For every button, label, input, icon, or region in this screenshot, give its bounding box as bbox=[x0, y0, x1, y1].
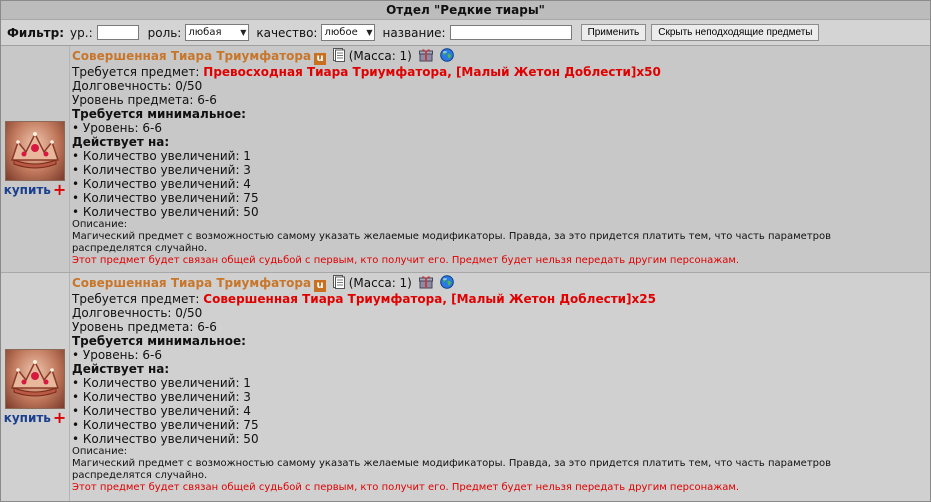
buy-label: купить bbox=[3, 183, 51, 197]
role-select[interactable]: любая ▼ bbox=[185, 24, 250, 41]
description-text: Магический предмет с возможностью самому… bbox=[72, 458, 832, 481]
binding-note: Этот предмет будет связан общей судьбой … bbox=[72, 482, 740, 493]
unique-badge: u bbox=[314, 53, 327, 65]
plus-icon[interactable]: + bbox=[53, 182, 66, 198]
item-image-column: купить + bbox=[1, 273, 70, 501]
effect-line: • Количество увеличений: 4 bbox=[72, 404, 251, 418]
section-title: Отдел "Редкие тиары" bbox=[1, 1, 930, 20]
quality-select[interactable]: любое ▼ bbox=[321, 24, 376, 41]
item-mass: (Масса: 1) bbox=[348, 49, 412, 63]
tiara-image[interactable] bbox=[5, 349, 65, 409]
quality-select-value: любое bbox=[324, 27, 358, 38]
item-row: купить + Совершенная Тиара Триумфатора u … bbox=[1, 273, 930, 501]
effect-line: • Количество увеличений: 3 bbox=[72, 163, 251, 177]
acts-on-label: Действует на: bbox=[72, 135, 170, 149]
effect-line: • Количество увеличений: 4 bbox=[72, 177, 251, 191]
unique-badge: u bbox=[314, 280, 327, 292]
required-item-label: Требуется предмет: bbox=[72, 65, 200, 79]
required-item-value: Совершенная Тиара Триумфатора, [Малый Же… bbox=[203, 292, 656, 306]
min-required-label: Требуется минимальное: bbox=[72, 107, 246, 121]
item-info: Совершенная Тиара Триумфатора u (Масса: 1… bbox=[70, 46, 862, 272]
acts-on-label: Действует на: bbox=[72, 362, 170, 376]
globe-icon[interactable] bbox=[439, 48, 454, 65]
item-image-column: купить + bbox=[1, 46, 70, 272]
filter-label: Фильтр: bbox=[7, 25, 65, 40]
chevron-down-icon: ▼ bbox=[366, 28, 373, 37]
durability: Долговечность: 0/50 bbox=[72, 306, 203, 320]
quality-label: качество: bbox=[256, 25, 318, 40]
description-label: Описание: bbox=[72, 446, 128, 457]
gift-icon[interactable] bbox=[418, 48, 433, 65]
apply-button[interactable]: Применить bbox=[580, 24, 647, 41]
effect-line: • Количество увеличений: 50 bbox=[72, 432, 259, 446]
shop-panel: Отдел "Редкие тиары" Фильтр: ур.: роль: … bbox=[0, 0, 931, 502]
document-icon[interactable] bbox=[332, 275, 345, 292]
effect-line: • Количество увеличений: 3 bbox=[72, 390, 251, 404]
chevron-down-icon: ▼ bbox=[240, 28, 247, 37]
effect-line: • Количество увеличений: 75 bbox=[72, 418, 259, 432]
role-label: роль: bbox=[147, 25, 182, 40]
gift-icon[interactable] bbox=[418, 275, 433, 292]
min-level: • Уровень: 6-6 bbox=[72, 348, 162, 362]
hide-unsuitable-button[interactable]: Скрыть неподходящие предметы bbox=[651, 24, 820, 41]
description-label: Описание: bbox=[72, 219, 128, 230]
item-name-link[interactable]: Совершенная Тиара Триумфатора bbox=[72, 276, 311, 290]
durability: Долговечность: 0/50 bbox=[72, 79, 203, 93]
effect-line: • Количество увеличений: 1 bbox=[72, 376, 251, 390]
item-level: Уровень предмета: 6-6 bbox=[72, 320, 217, 334]
plus-icon[interactable]: + bbox=[53, 410, 66, 426]
filter-bar: Фильтр: ур.: роль: любая ▼ качество: люб… bbox=[1, 20, 930, 46]
tiara-image[interactable] bbox=[5, 121, 65, 181]
level-input[interactable] bbox=[96, 25, 139, 40]
level-label: ур.: bbox=[70, 25, 93, 40]
document-icon[interactable] bbox=[332, 48, 345, 65]
item-mass: (Масса: 1) bbox=[348, 276, 412, 290]
item-row: купить + Совершенная Тиара Триумфатора u … bbox=[1, 46, 930, 273]
buy-link[interactable]: купить + bbox=[3, 182, 67, 198]
required-item-value: Превосходная Тиара Триумфатора, [Малый Ж… bbox=[203, 65, 661, 79]
globe-icon[interactable] bbox=[439, 275, 454, 292]
name-label: название: bbox=[382, 25, 446, 40]
effect-line: • Количество увеличений: 75 bbox=[72, 191, 259, 205]
min-required-label: Требуется минимальное: bbox=[72, 334, 246, 348]
name-input[interactable] bbox=[449, 25, 572, 40]
item-level: Уровень предмета: 6-6 bbox=[72, 93, 217, 107]
buy-label: купить bbox=[3, 411, 51, 425]
binding-note: Этот предмет будет связан общей судьбой … bbox=[72, 255, 740, 266]
buy-link[interactable]: купить + bbox=[3, 410, 67, 426]
effect-line: • Количество увеличений: 50 bbox=[72, 205, 259, 219]
item-name-link[interactable]: Совершенная Тиара Триумфатора bbox=[72, 49, 311, 63]
description-text: Магический предмет с возможностью самому… bbox=[72, 231, 832, 254]
min-level: • Уровень: 6-6 bbox=[72, 121, 162, 135]
item-info: Совершенная Тиара Триумфатора u (Масса: 1… bbox=[70, 273, 862, 501]
required-item-label: Требуется предмет: bbox=[72, 292, 200, 306]
effect-line: • Количество увеличений: 1 bbox=[72, 149, 251, 163]
role-select-value: любая bbox=[188, 27, 222, 38]
